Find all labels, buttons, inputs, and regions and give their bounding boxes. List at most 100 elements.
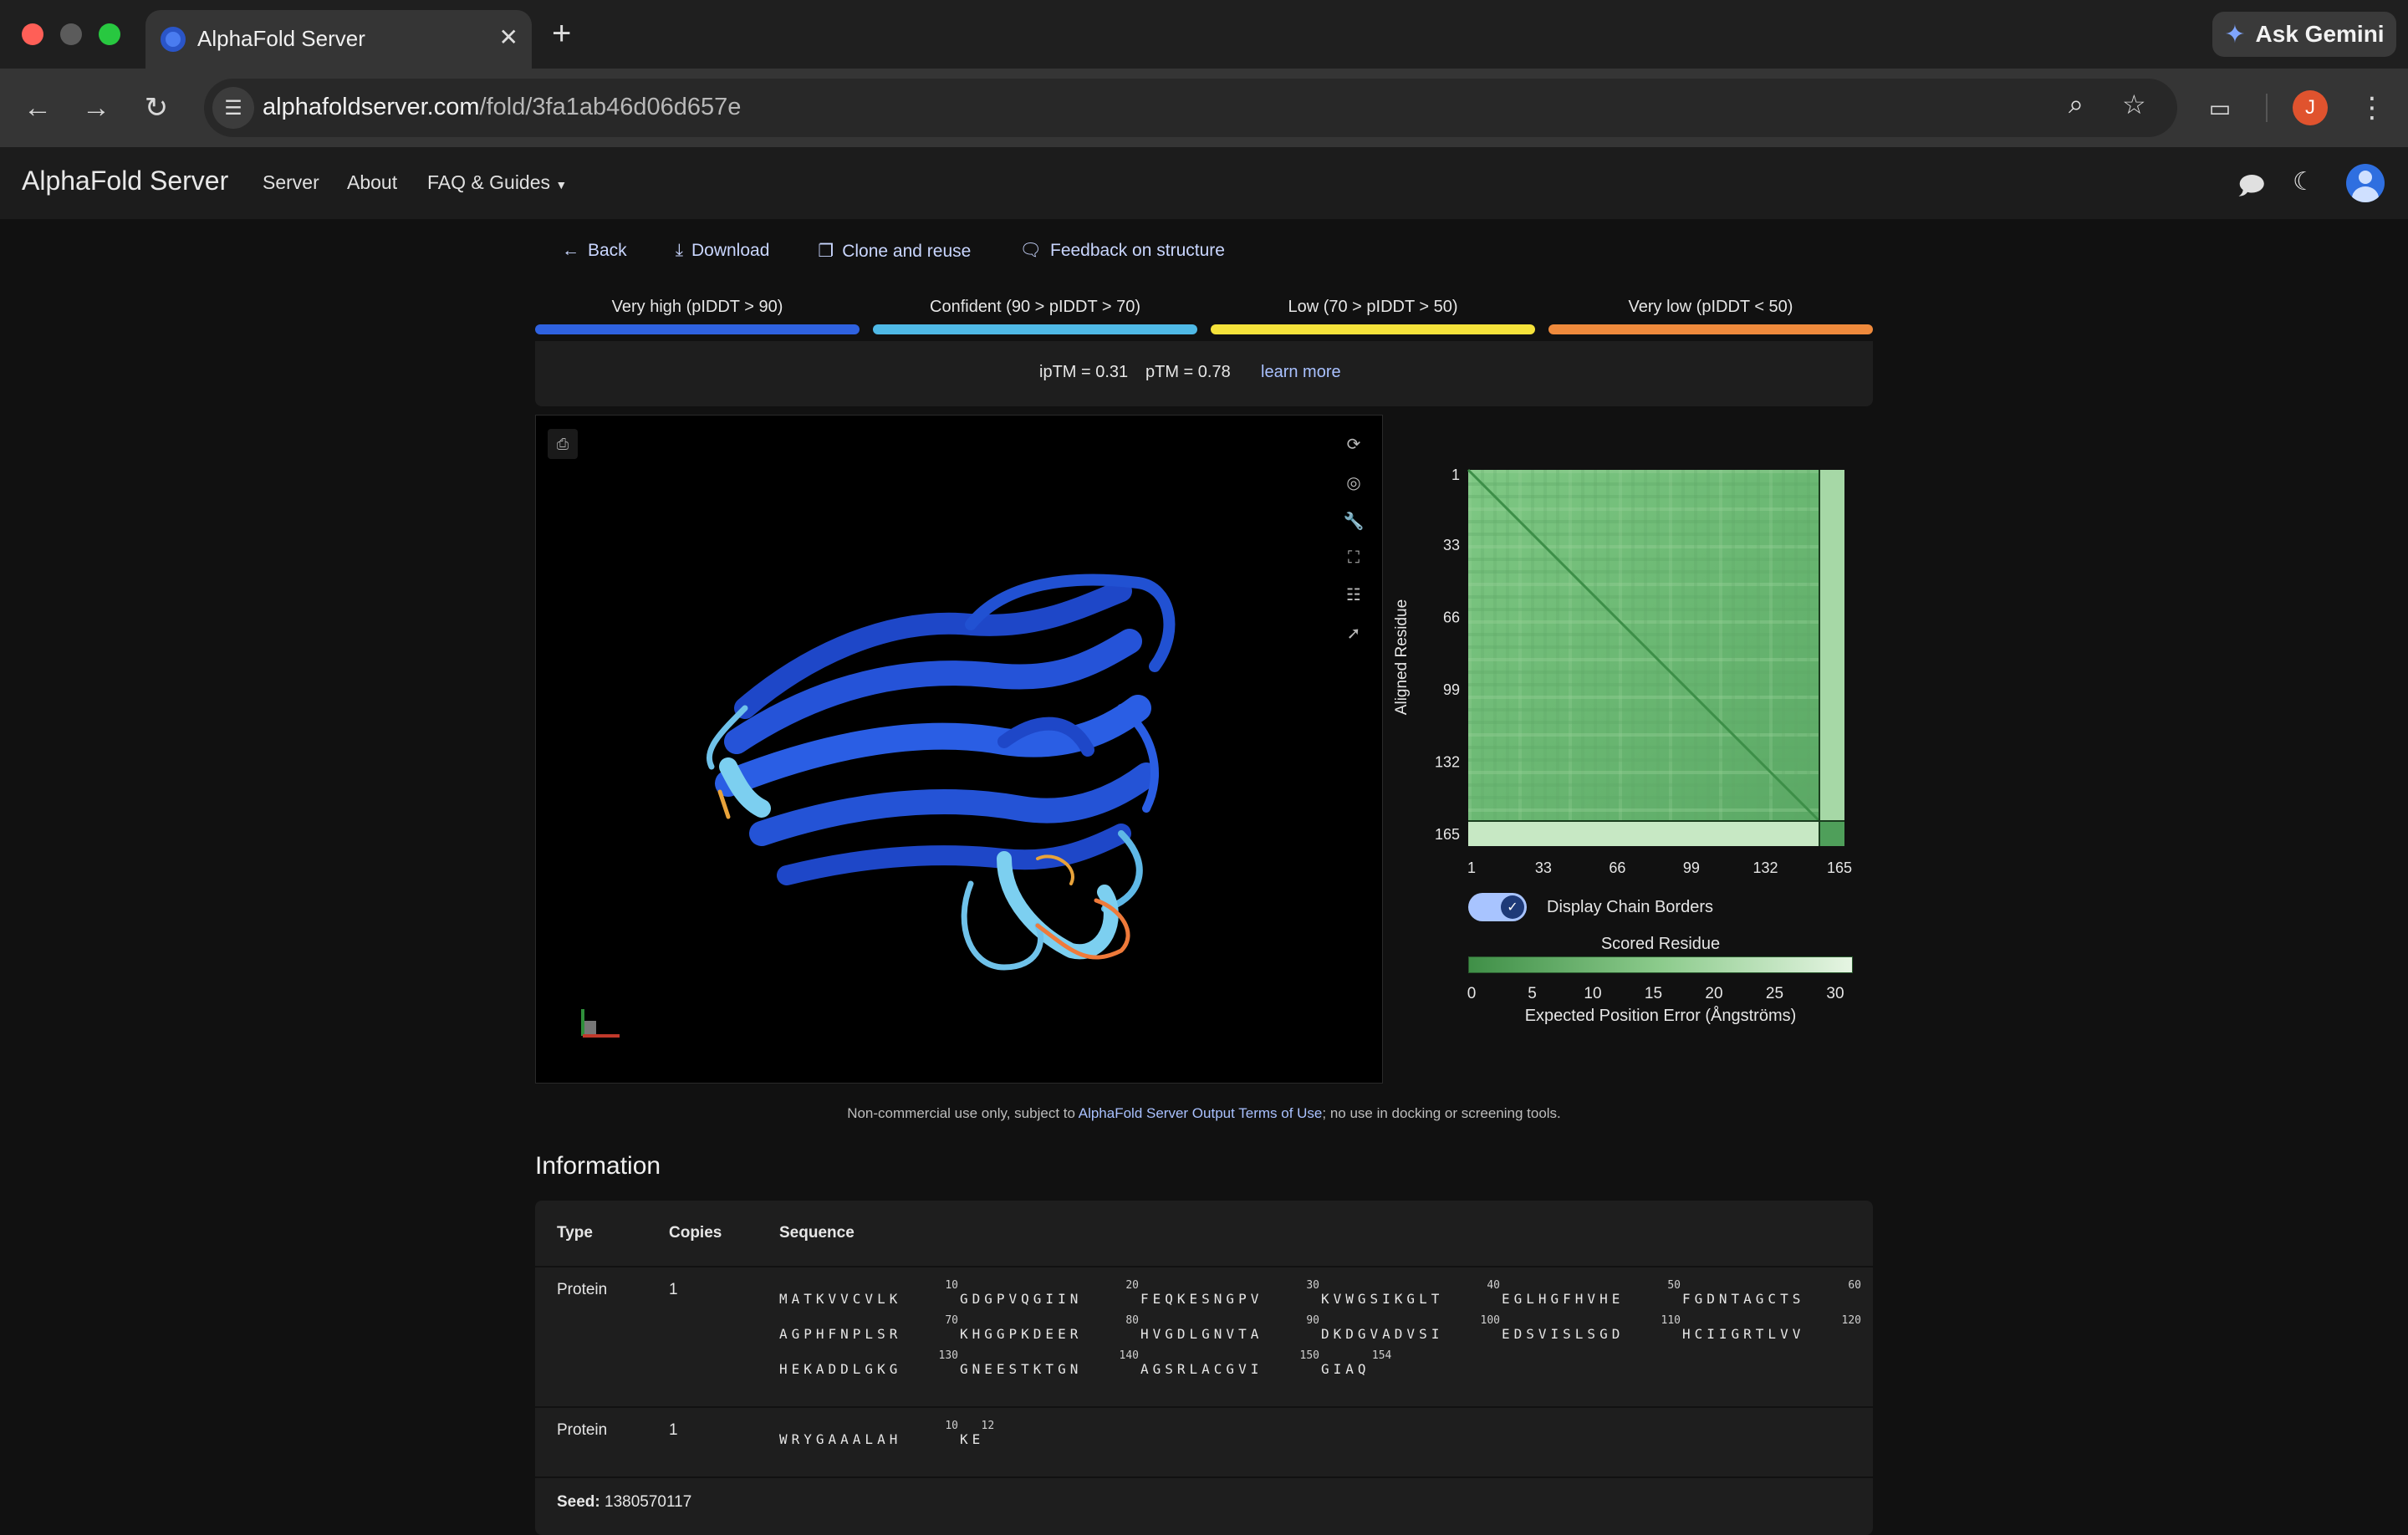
sequence-position-number: 154 (1371, 1349, 1392, 1362)
dark-mode-moon-icon[interactable]: ☾ (2293, 167, 2315, 196)
feedback-icon[interactable]: 🗩 (2237, 167, 2265, 210)
download-label: Download (691, 241, 770, 260)
nav-faq-guides[interactable]: FAQ & Guides ▼ (427, 171, 567, 194)
legend-very-high-label: Very high (pIDDT > 90) (611, 298, 783, 316)
sequence-segment: GDGPVQGIIN (960, 1291, 1083, 1307)
chain-borders-toggle[interactable]: ✓ (1468, 893, 1527, 921)
site-settings-icon[interactable]: ☰ (212, 87, 254, 129)
pae-xtick-label: 99 (1683, 859, 1700, 876)
back-label: Back (588, 241, 627, 260)
terms-link[interactable]: AlphaFold Server Output Terms of Use (1079, 1105, 1323, 1121)
url-host: alphafoldserver.com (263, 94, 480, 120)
pae-ytick-label: 132 (1435, 753, 1460, 770)
sequence-segment: KE (960, 1431, 985, 1447)
sequence-segment: WRYGAAALAH (779, 1431, 902, 1447)
back-button[interactable]: ← Back (562, 241, 627, 262)
pae-xlabel: Scored Residue (1600, 935, 1721, 953)
arrow-left-icon: ← (562, 241, 579, 260)
toolbar-divider (2266, 94, 2268, 122)
browser-toolbar: ← → ↻ ☰ alphafoldserver.com/fold/3fa1ab4… (0, 69, 2408, 147)
pae-ytick-label: 1 (1451, 467, 1460, 483)
colorbar-label: Expected Position Error (Ångströms) (1524, 1007, 1797, 1025)
legend-confident-bar (873, 324, 1197, 334)
ptm-score: pTM = 0.78 (1145, 363, 1231, 381)
sequence-segment: DKDGVADVSI (1321, 1326, 1444, 1342)
sequence-position-number: 50 (1667, 1279, 1681, 1292)
feedback-structure-button[interactable]: 🗨 Feedback on structure (1019, 241, 1225, 262)
user-account-avatar[interactable] (2346, 164, 2385, 202)
clone-reuse-button[interactable]: ❐ Clone and reuse (818, 241, 971, 262)
row2-type: Protein (557, 1421, 608, 1439)
terms-suffix: ; no use in docking or screening tools. (1322, 1105, 1561, 1121)
new-tab-button[interactable]: + (552, 15, 571, 53)
sequence-position-number: 40 (1487, 1279, 1500, 1292)
chain-borders-label: Display Chain Borders (1547, 898, 1713, 916)
zoom-icon[interactable]: ⌕ (2069, 89, 2084, 120)
seed-line: Seed: 1380570117 (557, 1493, 691, 1512)
header-sequence: Sequence (779, 1224, 855, 1242)
nav-server[interactable]: Server (263, 171, 319, 194)
brand-logo-text[interactable]: AlphaFold Server (22, 166, 228, 196)
axes-gizmo (581, 1009, 620, 1038)
profile-avatar[interactable]: J (2293, 90, 2328, 125)
checkmark-icon: ✓ (1501, 895, 1524, 919)
alphafold-favicon-icon (161, 27, 186, 52)
pae-xtick-label: 165 (1827, 859, 1852, 876)
colorbar-tick-label: 20 (1705, 985, 1723, 1002)
reload-icon[interactable]: ↻ (135, 87, 177, 129)
pae-xtick-label: 66 (1609, 859, 1625, 876)
sequence-position-number: 20 (1125, 1279, 1139, 1292)
colorbar-tick-label: 25 (1765, 985, 1784, 1002)
pae-xtick-label: 132 (1752, 859, 1778, 876)
main-content: ← Back ⤓ Download ❐ Clone and reuse 🗨 Feedba… (0, 219, 2408, 1535)
pae-plot-panel: Aligned Residue 1 33 66 99 132 165 1 33 66 99 132… (1388, 415, 1873, 1084)
download-button[interactable]: ⤓ Download (676, 241, 770, 262)
pae-ytick-label: 99 (1443, 681, 1460, 698)
back-arrow-icon[interactable]: ← (17, 87, 59, 129)
caret-down-icon: ▼ (555, 178, 568, 191)
maximize-window-button[interactable] (99, 23, 120, 45)
tab-search-icon[interactable]: ▭ (2199, 87, 2241, 129)
tab-title: AlphaFold Server (197, 26, 365, 51)
close-tab-icon[interactable]: ✕ (499, 23, 518, 51)
sequence-position-number: 30 (1306, 1279, 1319, 1292)
row-divider (535, 1266, 1873, 1267)
terms-notice: Non-commercial use only, subject to Alph… (535, 1105, 1873, 1122)
sequence-segment: GNEESTKTGN (960, 1361, 1083, 1377)
structure-3d-viewer[interactable]: ⎙ ⟳ ◎ 🔧 ⛶ ☷ ➚ (535, 415, 1383, 1084)
pae-heatmap[interactable]: Aligned Residue 1 33 66 99 132 165 1 33 66 99 132… (1388, 415, 1873, 883)
row1-copies: 1 (669, 1281, 678, 1298)
url-text[interactable]: alphafoldserver.com/fold/3fa1ab46d06d657… (263, 94, 741, 121)
information-heading: Information (535, 1152, 661, 1180)
sequence-segment: EDSVISLSGD (1502, 1326, 1625, 1342)
colorbar-tick-label: 10 (1584, 985, 1602, 1002)
sequence-position-number: 100 (1480, 1314, 1500, 1327)
seed-label: Seed: (557, 1493, 600, 1511)
learn-more-link[interactable]: learn more (1261, 363, 1341, 382)
pae-chain2-column (1819, 470, 1844, 821)
sequence-position-number: 110 (1661, 1314, 1681, 1327)
close-window-button[interactable] (22, 23, 43, 45)
sequence-position-number: 140 (1119, 1349, 1139, 1362)
sequence-position-number: 150 (1299, 1349, 1319, 1362)
sequence-segment: HCIIGRTLVV (1682, 1326, 1805, 1342)
legend-confident-label: Confident (90 > pIDDT > 70) (930, 298, 1140, 316)
sequence-segment: KHGGPKDEER (960, 1326, 1083, 1342)
browser-tab[interactable]: AlphaFold Server ✕ (145, 10, 532, 69)
forward-arrow-icon[interactable]: → (75, 87, 117, 129)
nav-about[interactable]: About (347, 171, 397, 194)
minimize-window-button[interactable] (60, 23, 82, 45)
feedback-icon: 🗨 (1019, 241, 1042, 260)
ask-gemini-button[interactable]: ✦ Ask Gemini (2212, 12, 2396, 57)
pae-ytick-label: 66 (1443, 609, 1460, 625)
address-bar[interactable]: ☰ alphafoldserver.com/fold/3fa1ab46d06d6… (204, 79, 2177, 137)
protein-structure-render[interactable] (536, 416, 1384, 1084)
feedback-label: Feedback on structure (1050, 241, 1225, 260)
ask-gemini-label: Ask Gemini (2255, 21, 2385, 47)
header-type: Type (557, 1224, 593, 1242)
bookmark-star-icon[interactable]: ☆ (2122, 89, 2146, 120)
colorbar-tick-label: 30 (1826, 985, 1844, 1002)
sequence-segment: FGDNTAGCTS (1682, 1291, 1805, 1307)
iptm-score: ipTM = 0.31 (1039, 363, 1129, 381)
browser-menu-icon[interactable]: ⋮ (2351, 87, 2393, 129)
